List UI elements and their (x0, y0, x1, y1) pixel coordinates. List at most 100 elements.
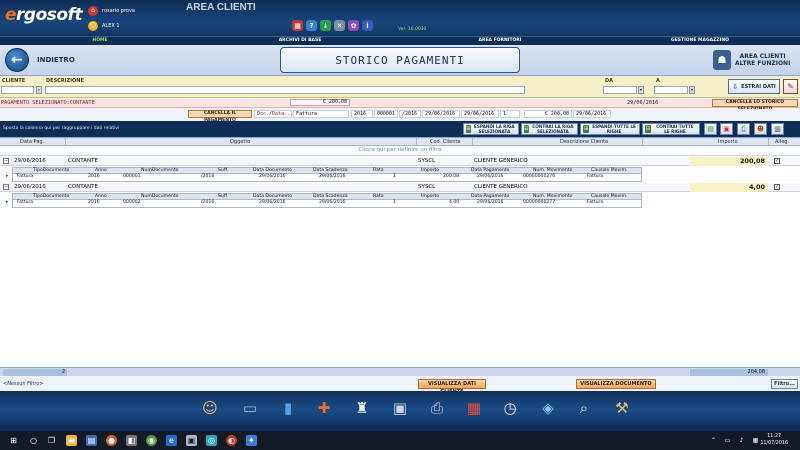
nav-home[interactable]: HOME (0, 37, 200, 45)
row-pointer-icon: ▸ (6, 200, 9, 205)
visualizza-documento-button[interactable]: VISUALIZZA DOCUMENTO (576, 379, 656, 389)
pdf-export-icon[interactable]: ▣ (720, 123, 733, 135)
user-name: rosario prova (102, 7, 135, 14)
detail-anno: 2016 (88, 200, 100, 205)
info-icon[interactable]: i (362, 20, 373, 31)
security-user-icon[interactable]: ♜ (350, 395, 374, 421)
visualizza-cliente-button[interactable]: VISUALIZZA DATI CLIENTE (418, 379, 486, 395)
clock-icon[interactable]: ◷ (498, 395, 522, 421)
printer-icon[interactable]: ⎙ (425, 395, 449, 421)
col-importo[interactable]: Importo (718, 139, 738, 145)
doc-importo: € 200,08 (524, 110, 572, 118)
doc-rata: 1 (500, 110, 520, 118)
tools-icon[interactable]: ⚒ (610, 395, 634, 421)
system-tray-icon[interactable]: ⌃ (708, 435, 719, 446)
allegato-checkbox[interactable]: ✓ (774, 184, 780, 190)
nav-magazzino[interactable]: GESTIONE MAGAZZINO (600, 37, 800, 45)
tag-icon[interactable]: ◈ (536, 395, 560, 421)
app-icon[interactable]: ◧ (126, 435, 137, 446)
grid-footer: 2 204,08 (0, 367, 800, 376)
expand-all-button[interactable]: ⊞ ESPANDI TUTTE LE RIGHE (580, 123, 640, 135)
payments-grid: Data Pag. Oggetto Cod. Cliente Descrizio… (0, 137, 800, 367)
task-view-icon[interactable]: ❐ (46, 435, 57, 446)
collapse-row-icon[interactable]: − (3, 158, 9, 164)
detail-row[interactable]: ▸ Fattura 2016 000001 /2016 29/06/2016 2… (6, 174, 642, 182)
volume-icon[interactable]: ♪ (736, 435, 747, 446)
download-icon[interactable]: ↓ (320, 20, 331, 31)
home-icon[interactable]: ⌂ (88, 5, 98, 16)
nav-archivi[interactable]: ARCHIVI DI BASE (200, 37, 400, 45)
user-panel: ⌂ rosario prova ☺ ALEX 1 (88, 3, 135, 33)
calendar-dropdown-icon[interactable]: ▾ (689, 86, 695, 94)
detail-row[interactable]: ▸ Fattura 2016 000002 /2016 29/06/2016 2… (6, 200, 642, 208)
windows-start-icon[interactable]: ⊞ (8, 435, 19, 446)
estrai-dati-button[interactable]: ⇩ ESTRAI DATI (728, 79, 780, 94)
descrizione-input[interactable] (45, 86, 525, 94)
col-cod-cliente[interactable]: Cod. Cliente (430, 139, 460, 145)
close-icon[interactable]: ✕ (334, 20, 345, 31)
filtro-button[interactable]: Filtro... (771, 379, 798, 389)
detail-suff: /2016 (201, 174, 215, 179)
expand-row-button[interactable]: ⊞ ESPANDI LA RIGA SELEZIONATA (463, 123, 519, 135)
app-icon[interactable]: ◐ (226, 435, 237, 446)
app-icon[interactable]: ▤ (86, 435, 97, 446)
header-toolbar: ▦ ? ↓ ✕ ✿ i (292, 20, 373, 31)
file-explorer-icon[interactable]: ▬ (66, 435, 77, 446)
eraser-icon[interactable]: ✎ (783, 79, 798, 94)
puzzle-icon[interactable]: ✚ (312, 395, 336, 421)
back-arrow-icon[interactable]: ← (5, 48, 29, 72)
doc-label: Doc./Data... (254, 110, 293, 118)
print-icon[interactable]: ⎙ (737, 123, 750, 135)
people-icon[interactable]: ☻ (754, 123, 767, 135)
help-icon[interactable]: ? (306, 20, 317, 31)
collapse-all-button[interactable]: ⊟ CONTRAI TUTTE LE RIGHE (642, 123, 700, 135)
calculator-icon[interactable]: ▦ (292, 20, 303, 31)
doc-numero: 000001 (374, 110, 398, 118)
col-oggetto[interactable]: Oggetto (230, 139, 250, 145)
col-alleg[interactable]: Alleg. (775, 139, 789, 145)
row-cod-cliente: SYSCL (418, 158, 436, 164)
user-icon[interactable]: ☺ (88, 20, 98, 31)
ie-icon[interactable]: e (166, 435, 177, 446)
keyboard-icon[interactable]: ▦ (750, 435, 761, 446)
save-icon[interactable]: ▣ (388, 395, 412, 421)
calendar-icon[interactable]: ▦ (462, 395, 486, 421)
settings-icon[interactable]: ✿ (348, 20, 359, 31)
search-icon[interactable]: ○ (28, 435, 39, 446)
excel-export-icon[interactable]: ▤ (704, 123, 717, 135)
credit-card-icon[interactable]: ▭ (238, 395, 262, 421)
cliente-input[interactable] (1, 86, 34, 94)
firefox-icon[interactable]: ● (106, 435, 117, 446)
date-from-input[interactable] (603, 86, 637, 94)
table-row[interactable]: − 29/06/2016 CONTANTE SYSCL CLIENTE GENE… (0, 157, 800, 166)
magnifier-icon[interactable]: ⌕ (572, 395, 596, 421)
system-clock[interactable]: 11:27 11/07/2016 (760, 433, 788, 447)
date-to-input[interactable] (654, 86, 688, 94)
binder-icon[interactable]: ▮ (276, 395, 300, 421)
chrome-icon[interactable]: ◉ (146, 435, 157, 446)
col-data-pag[interactable]: Data Pag. (20, 139, 44, 145)
back-label[interactable]: INDIETRO (37, 56, 75, 64)
search-icon[interactable]: ⌕ (36, 86, 42, 94)
grid-filter-row[interactable]: Clicca qui per definire un filtro (0, 146, 800, 156)
collapse-row-button[interactable]: ⊟ CONTRAI LA RIGA SELEZIONATA (521, 123, 578, 135)
col-descrizione-cliente[interactable]: Descrizione Cliente (560, 139, 608, 145)
altre-funzioni-button[interactable]: ☗ AREA CLIENTI ALTRE FUNZIONI (710, 45, 800, 75)
ergosoft-logo: ergosoft (5, 5, 83, 25)
app-icon[interactable]: ◎ (206, 435, 217, 446)
cancella-storico-button[interactable]: CANCELLA LO STORICO SELEZIONATO (712, 99, 798, 112)
calendar-dropdown-icon[interactable]: ▾ (638, 86, 644, 94)
columns-icon[interactable]: ▥ (771, 123, 784, 135)
allegato-checkbox[interactable]: ✓ (774, 158, 780, 164)
collapse-icon: ⊟ (524, 125, 529, 133)
row-data-pag: 29/06/2016 (14, 158, 46, 164)
ergosoft-taskbar-icon[interactable]: ▣ (186, 435, 197, 446)
collapse-all-icon: ⊟ (645, 125, 651, 133)
table-row[interactable]: − 29/06/2016 CONTANTE SYSCL CLIENTE GENE… (0, 183, 800, 192)
cancella-pagamento-button[interactable]: CANCELLA IL PAGAMENTO (188, 110, 252, 123)
nav-fornitori[interactable]: AREA FORNITORI (400, 37, 600, 45)
network-icon[interactable]: ▭ (722, 435, 733, 446)
app-icon[interactable]: ✦ (246, 435, 257, 446)
customer-service-icon[interactable]: ☺ (198, 395, 222, 421)
collapse-row-icon[interactable]: − (3, 184, 9, 190)
